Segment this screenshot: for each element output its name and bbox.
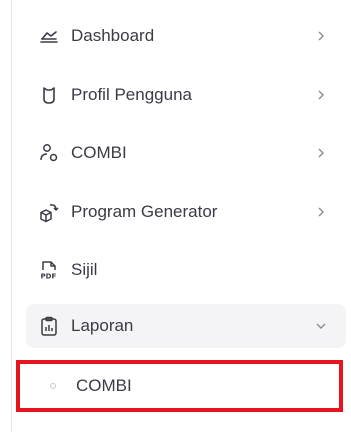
chevron-right-icon [314,88,328,102]
menu-item-combi[interactable]: COMBI [26,131,346,175]
report-icon [38,315,60,337]
profile-icon [38,84,60,106]
submenu-item-label: COMBI [76,376,132,395]
user-settings-icon [38,142,60,164]
chevron-right-icon [314,29,328,43]
submenu-item-combi[interactable]: COMBI [16,360,343,412]
dashboard-icon [38,25,60,47]
menu-item-dashboard[interactable]: Dashboard [26,14,346,58]
menu-item-label: Profil Pengguna [71,85,192,104]
menu-item-profil-pengguna[interactable]: Profil Pengguna [26,73,346,117]
menu-item-label: Laporan [71,316,134,335]
generator-icon [38,201,60,223]
menu-item-label: Sijil [71,260,98,279]
menu-item-sijil[interactable]: PDF Sijil [26,248,346,292]
chevron-down-icon [314,319,328,333]
chevron-right-icon [314,146,328,160]
pdf-file-icon: PDF [38,259,60,281]
menu-item-laporan[interactable]: Laporan [26,304,346,348]
menu-item-label: Dashboard [71,26,155,45]
svg-text:PDF: PDF [41,273,57,281]
menu-item-program-generator[interactable]: Program Generator [26,190,346,234]
menu-item-label: COMBI [71,143,127,162]
bullet-icon [50,383,56,389]
menu-item-label: Program Generator [71,202,218,221]
chevron-right-icon [314,205,328,219]
